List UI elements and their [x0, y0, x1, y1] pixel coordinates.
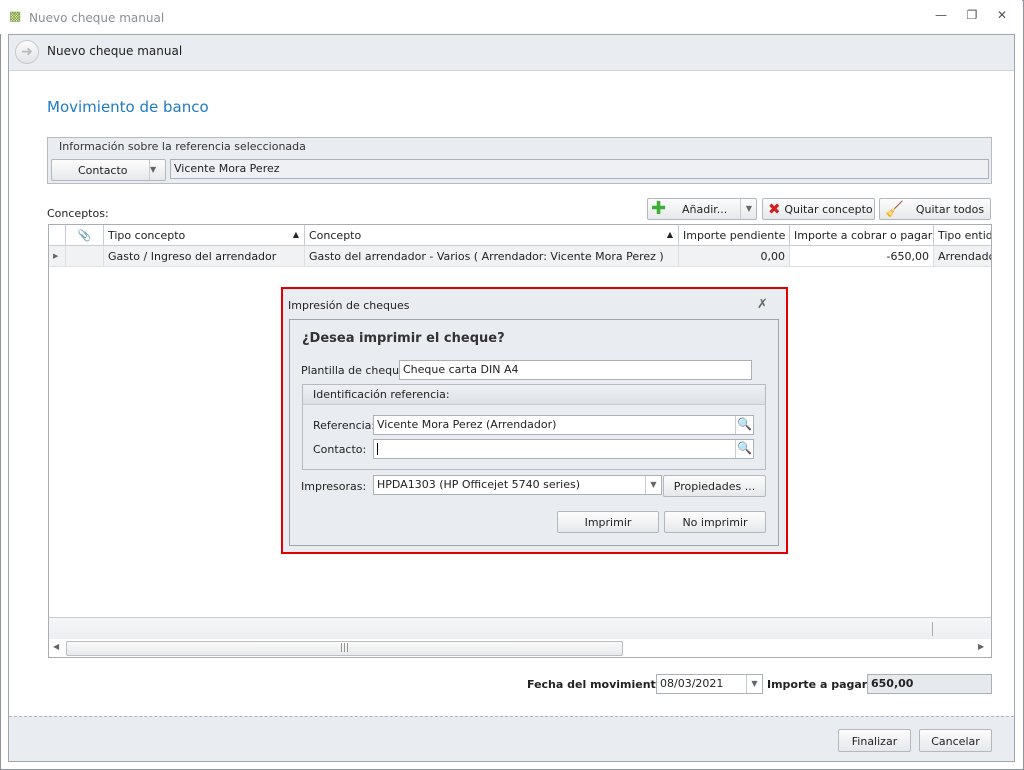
remove-all-label: Quitar todos [915, 203, 985, 216]
sort-asc-icon: ▲ [666, 230, 673, 239]
reference-value: Vicente Mora Perez (Arrendador) [377, 418, 557, 431]
add-concept-button[interactable]: ✚ Añadir... ▼ [647, 198, 757, 220]
template-label: Plantilla de cheque: [301, 364, 410, 377]
date-field[interactable]: 08/03/2021 ▼ [656, 674, 763, 694]
reference-type-dropdown[interactable]: Contacto ▼ [51, 159, 166, 181]
table-cell[interactable]: 0,00 [679, 246, 790, 267]
date-value: 08/03/2021 [660, 677, 724, 690]
scroll-right-icon[interactable]: ▶ [978, 642, 984, 651]
column-label: Concepto [309, 229, 362, 242]
amount-label: Importe a pagar: [767, 678, 872, 691]
concepts-label: Conceptos: [47, 207, 109, 220]
page-header-title: Nuevo cheque manual [47, 44, 183, 58]
maximize-button[interactable]: ❐ [962, 8, 982, 24]
row-indicator-icon[interactable]: ▶ [49, 246, 66, 267]
date-label: Fecha del movimiento [527, 678, 664, 691]
reference-type-value: Contacto [78, 164, 128, 177]
column-header-tipo-entidad[interactable]: Tipo entidad [934, 225, 991, 246]
printer-dropdown[interactable]: HPDA1303 (HP Officejet 5740 series) ▼ [373, 475, 662, 495]
column-header-concepto[interactable]: Concepto ▲ [305, 225, 679, 246]
finish-button[interactable]: Finalizar [838, 729, 911, 752]
back-button[interactable]: ➜ [15, 40, 39, 64]
cancel-button[interactable]: Cancelar [919, 729, 992, 752]
table-cell [66, 246, 104, 267]
row-indicator-header [49, 225, 66, 246]
table-cell[interactable]: Gasto del arrendador - Varios ( Arrendad… [305, 246, 679, 267]
identification-group-title: Identificación referencia: [313, 388, 450, 401]
reference-field[interactable]: Vicente Mora Perez (Arrendador) 🔍 [373, 415, 754, 435]
red-x-icon: ✖ [768, 200, 781, 218]
plus-icon: ✚ [651, 198, 667, 219]
amount-field: 650,00 [867, 674, 992, 694]
printer-value: HPDA1303 (HP Officejet 5740 series) [377, 478, 580, 491]
table-cell[interactable]: Gasto / Ingreso del arrendador [104, 246, 305, 267]
sort-asc-icon: ▲ [292, 230, 299, 239]
column-header-importe-pendiente[interactable]: Importe pendiente [679, 225, 790, 246]
template-field[interactable]: Cheque carta DIN A4 [399, 360, 752, 380]
reference-info-title: Información sobre la referencia seleccio… [59, 140, 306, 153]
chevron-down-icon[interactable]: ▼ [645, 476, 661, 494]
search-icon[interactable]: 🔍 [735, 440, 753, 458]
reference-name-field: Vicente Mora Perez [170, 159, 989, 179]
search-icon[interactable]: 🔍 [735, 416, 753, 434]
table-cell[interactable]: Arrendador [934, 246, 991, 267]
column-label: Tipo concepto [108, 229, 186, 242]
dialog-question: ¿Desea imprimir el cheque? [302, 331, 505, 346]
chevron-down-icon: ▼ [149, 160, 165, 180]
app-icon: ▩ [9, 9, 22, 24]
broom-icon: 🧹 [885, 200, 904, 218]
remove-concept-button[interactable]: ✖ Quitar concepto [762, 198, 875, 220]
dialog-title: Impresión de cheques [288, 299, 410, 312]
attachment-icon[interactable]: 📎 [66, 225, 104, 246]
chevron-down-icon[interactable]: ▼ [740, 199, 757, 219]
scrollbar-thumb[interactable]: ||| [66, 641, 623, 656]
print-button[interactable]: Imprimir [557, 511, 659, 533]
window-title: Nuevo cheque manual [29, 11, 165, 25]
add-label: Añadir... [682, 203, 728, 216]
no-print-button[interactable]: No imprimir [664, 511, 766, 533]
column-header-tipo-concepto[interactable]: Tipo concepto ▲ [104, 225, 305, 246]
close-button[interactable]: ✕ [992, 8, 1012, 24]
contact-label: Contacto: [313, 443, 367, 456]
grid-footer [49, 617, 991, 639]
section-title: Movimiento de banco [47, 98, 209, 116]
column-header-importe-cobrar[interactable]: Importe a cobrar o pagar [790, 225, 934, 246]
table-cell[interactable]: -650,00 [790, 246, 934, 267]
text-cursor [377, 443, 378, 455]
dialog-close-icon[interactable]: ✗ [757, 297, 768, 312]
scroll-left-icon[interactable]: ◀ [53, 642, 59, 651]
reference-label: Referencia: [313, 419, 376, 432]
remove-all-button[interactable]: 🧹 Quitar todos [879, 198, 991, 220]
chevron-down-icon[interactable]: ▼ [746, 675, 762, 693]
contact-field[interactable]: 🔍 [373, 439, 754, 459]
minimize-button[interactable]: — [931, 8, 951, 24]
properties-button[interactable]: Propiedades ... [663, 475, 766, 497]
printer-label: Impresoras: [301, 480, 367, 493]
remove-label: Quitar concepto [784, 203, 873, 216]
